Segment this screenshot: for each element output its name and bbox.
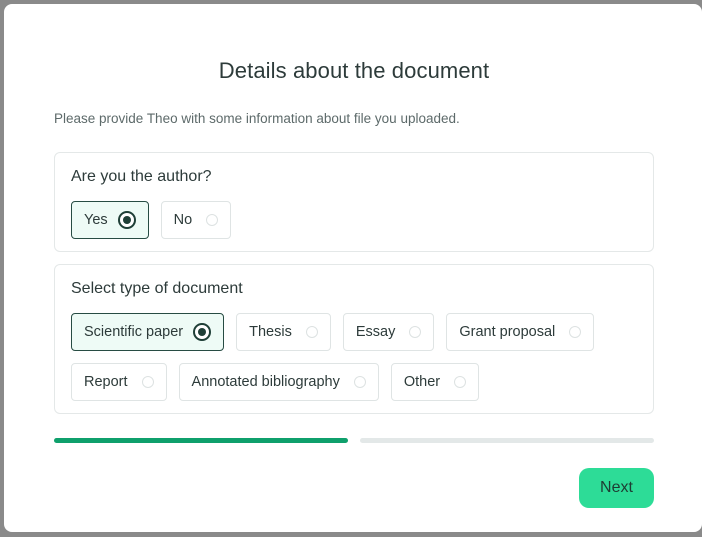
dialog-title: Details about the document <box>218 58 490 83</box>
doctype-option-grant-proposal[interactable]: Grant proposal <box>446 313 595 351</box>
progress-step-completed <box>54 438 348 443</box>
document-details-dialog: Details about the document Please provid… <box>4 4 702 532</box>
option-label: Annotated bibliography <box>191 374 340 390</box>
option-label: Yes <box>84 212 108 228</box>
progress-step-pending <box>360 438 654 443</box>
doctype-option-essay[interactable]: Essay <box>342 313 435 351</box>
radio-unselected-icon <box>141 376 154 388</box>
doctype-option-other[interactable]: Other <box>390 363 480 401</box>
radio-unselected-icon <box>454 376 467 388</box>
radio-unselected-icon <box>206 214 219 226</box>
author-option-yes[interactable]: Yes <box>71 201 149 239</box>
option-label: Report <box>84 374 128 390</box>
dialog-subtitle: Please provide Theo with some informatio… <box>54 111 460 126</box>
radio-unselected-icon <box>409 326 422 338</box>
radio-unselected-icon <box>353 376 366 388</box>
radio-unselected-icon <box>569 326 582 338</box>
author-question-card: Are you the author? Yes No <box>54 152 654 252</box>
radio-selected-icon <box>117 211 136 229</box>
option-label: Scientific paper <box>84 324 184 340</box>
radio-unselected-icon <box>305 326 318 338</box>
option-label: Essay <box>355 324 396 340</box>
doctype-option-thesis[interactable]: Thesis <box>236 313 331 351</box>
option-label: Grant proposal <box>459 324 556 340</box>
document-type-options: Scientific paper Thesis Essay Grant prop… <box>71 313 631 401</box>
document-type-card: Select type of document Scientific paper… <box>54 264 654 414</box>
document-type-title: Select type of document <box>71 280 243 297</box>
doctype-option-scientific-paper[interactable]: Scientific paper <box>71 313 225 351</box>
next-button[interactable]: Next <box>579 468 654 508</box>
option-label: Other <box>403 374 441 390</box>
author-question-title: Are you the author? <box>71 168 212 185</box>
option-label: No <box>173 212 193 228</box>
option-label: Thesis <box>249 324 292 340</box>
author-option-no[interactable]: No <box>160 201 232 239</box>
radio-selected-icon <box>193 323 212 341</box>
author-options: Yes No <box>71 201 631 239</box>
doctype-option-annotated-bibliography[interactable]: Annotated bibliography <box>178 363 379 401</box>
doctype-option-report[interactable]: Report <box>71 363 167 401</box>
